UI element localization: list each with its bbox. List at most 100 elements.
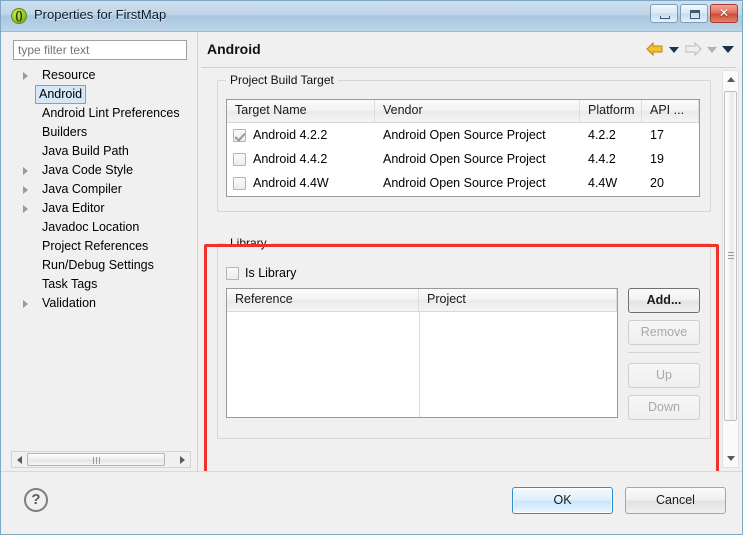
target-checkbox[interactable]	[233, 128, 246, 142]
vscroll-thumb[interactable]	[724, 91, 737, 421]
filter-input[interactable]	[13, 40, 187, 60]
sidebar-item-label: Java Editor	[42, 201, 105, 215]
down-button[interactable]: Down	[628, 395, 700, 420]
hscroll-thumb[interactable]	[27, 453, 165, 466]
properties-icon: ()	[11, 8, 27, 24]
sidebar-item-java-editor[interactable]: Java Editor	[7, 199, 193, 218]
platform-cell: 4.4.2	[588, 152, 616, 166]
table-row[interactable]: Android 4.4W Android Open Source Project 4…	[227, 171, 699, 195]
vendor-cell: Android Open Source Project	[383, 176, 546, 190]
target-name-cell[interactable]: Android 4.2.2	[227, 123, 375, 147]
panel-menu-icon[interactable]	[722, 46, 734, 53]
remove-button[interactable]: Remove	[628, 320, 700, 345]
forward-dropdown-icon[interactable]	[707, 46, 717, 53]
sidebar-item-android[interactable]: Android	[7, 85, 193, 104]
sidebar-item-builders[interactable]: Builders	[7, 123, 193, 142]
sidebar-item-android-lint-preferences[interactable]: Android Lint Preferences	[7, 104, 193, 123]
scroll-down-icon[interactable]	[723, 451, 738, 467]
vendor-cell: Android Open Source Project	[383, 128, 546, 142]
sidebar-item-resource[interactable]: Resource	[7, 66, 193, 85]
dialog-buttons: OK Cancel	[512, 487, 726, 514]
expand-arrow-icon[interactable]	[23, 167, 28, 175]
sidebar-item-label: Java Build Path	[42, 144, 129, 158]
sidebar-item-label: Task Tags	[42, 277, 98, 291]
android-settings-panel: Android Project Build Target Target Name…	[199, 32, 742, 472]
properties-dialog: () Properties for FirstMap ✕ Resource And…	[0, 0, 743, 535]
expand-arrow-icon[interactable]	[23, 186, 28, 194]
close-button[interactable]: ✕	[710, 4, 738, 23]
back-arrow-icon[interactable]	[646, 41, 664, 57]
column-header[interactable]: Target Name	[227, 100, 375, 122]
expand-arrow-icon[interactable]	[23, 72, 28, 80]
sidebar-item-java-build-path[interactable]: Java Build Path	[7, 142, 193, 161]
target-name-label: Android 4.4.2	[253, 152, 328, 166]
target-name-label: Android 4.2.2	[253, 128, 328, 142]
library-column-divider	[419, 311, 420, 417]
library-reference-table[interactable]: Reference Project	[226, 288, 618, 418]
sidebar-item-label: Android Lint Preferences	[42, 106, 180, 120]
table-row[interactable]: Android 4.4.2 Android Open Source Project…	[227, 147, 699, 171]
minimize-icon	[660, 16, 670, 19]
target-name-cell[interactable]: Android 4.4W	[227, 171, 375, 195]
column-header[interactable]: Reference	[227, 289, 419, 311]
is-library-checkbox[interactable]	[226, 266, 239, 280]
target-checkbox[interactable]	[233, 176, 246, 190]
hscroll-track[interactable]	[27, 452, 175, 467]
help-icon[interactable]: ?	[24, 488, 48, 512]
sidebar-item-run-debug-settings[interactable]: Run/Debug Settings	[7, 256, 193, 275]
panel-nav	[646, 41, 734, 57]
target-checkbox[interactable]	[233, 152, 246, 166]
column-header[interactable]: Platform	[580, 100, 642, 122]
api-cell: 19	[650, 152, 664, 166]
column-header[interactable]: Vendor	[375, 100, 580, 122]
page-title: Android	[207, 41, 261, 57]
sidebar-item-label: Resource	[42, 68, 96, 82]
column-header[interactable]: Project	[419, 289, 617, 311]
sidebar-item-validation[interactable]: Validation	[7, 294, 193, 313]
sidebar-item-javadoc-location[interactable]: Javadoc Location	[7, 218, 193, 237]
back-dropdown-icon[interactable]	[669, 46, 679, 53]
is-library-label: Is Library	[245, 266, 297, 280]
maximize-button[interactable]	[680, 4, 708, 23]
scroll-left-icon[interactable]	[12, 452, 27, 467]
up-button[interactable]: Up	[628, 363, 700, 388]
cancel-button[interactable]: Cancel	[625, 487, 726, 514]
project-build-target-group: Project Build Target Target Name Vendor Pl…	[217, 73, 711, 212]
ok-button[interactable]: OK	[512, 487, 613, 514]
panel-vertical-scrollbar[interactable]	[722, 70, 739, 468]
vendor-cell: Android Open Source Project	[383, 152, 546, 166]
target-name-cell[interactable]: Android 4.4.2	[227, 147, 375, 171]
library-group: Library Is Library Reference Project Add.…	[217, 236, 711, 439]
sidebar-item-project-references[interactable]: Project References	[7, 237, 193, 256]
panel-body: Project Build Target Target Name Vendor Pl…	[201, 68, 742, 472]
panel-header: Android	[199, 32, 742, 68]
sidebar-item-task-tags[interactable]: Task Tags	[7, 275, 193, 294]
library-table-header: Reference Project	[227, 289, 617, 312]
maximize-icon	[690, 10, 700, 19]
expand-arrow-icon[interactable]	[23, 300, 28, 308]
expand-arrow-icon[interactable]	[23, 205, 28, 213]
is-library-row[interactable]: Is Library	[226, 266, 296, 280]
settings-tree[interactable]: Resource Android Android Lint Preferences B…	[7, 66, 193, 446]
sidebar-item-java-code-style[interactable]: Java Code Style	[7, 161, 193, 180]
library-label: Library	[226, 236, 271, 250]
sidebar-item-label: Run/Debug Settings	[42, 258, 154, 272]
add-button[interactable]: Add...	[628, 288, 700, 313]
build-target-table[interactable]: Target Name Vendor Platform API ... Android…	[226, 99, 700, 197]
close-icon: ✕	[718, 6, 730, 20]
scroll-right-icon[interactable]	[175, 452, 190, 467]
platform-cell: 4.4W	[588, 176, 618, 190]
column-header[interactable]: API ...	[642, 100, 699, 122]
minimize-button[interactable]	[650, 4, 678, 23]
target-name-label: Android 4.4W	[253, 176, 329, 190]
table-row[interactable]: Android 4.2.2 Android Open Source Project…	[227, 123, 699, 147]
sidebar-item-java-compiler[interactable]: Java Compiler	[7, 180, 193, 199]
scroll-up-icon[interactable]	[723, 71, 738, 87]
sidebar-item-label: Android	[35, 85, 87, 104]
tree-horizontal-scrollbar[interactable]	[11, 451, 191, 468]
forward-arrow-icon	[684, 41, 702, 57]
dialog-content: Resource Android Android Lint Preferences B…	[1, 32, 742, 475]
dialog-footer: ? OK Cancel	[1, 471, 742, 534]
window-controls: ✕	[650, 4, 738, 23]
build-target-body[interactable]: Android 4.2.2 Android Open Source Project…	[227, 123, 699, 195]
